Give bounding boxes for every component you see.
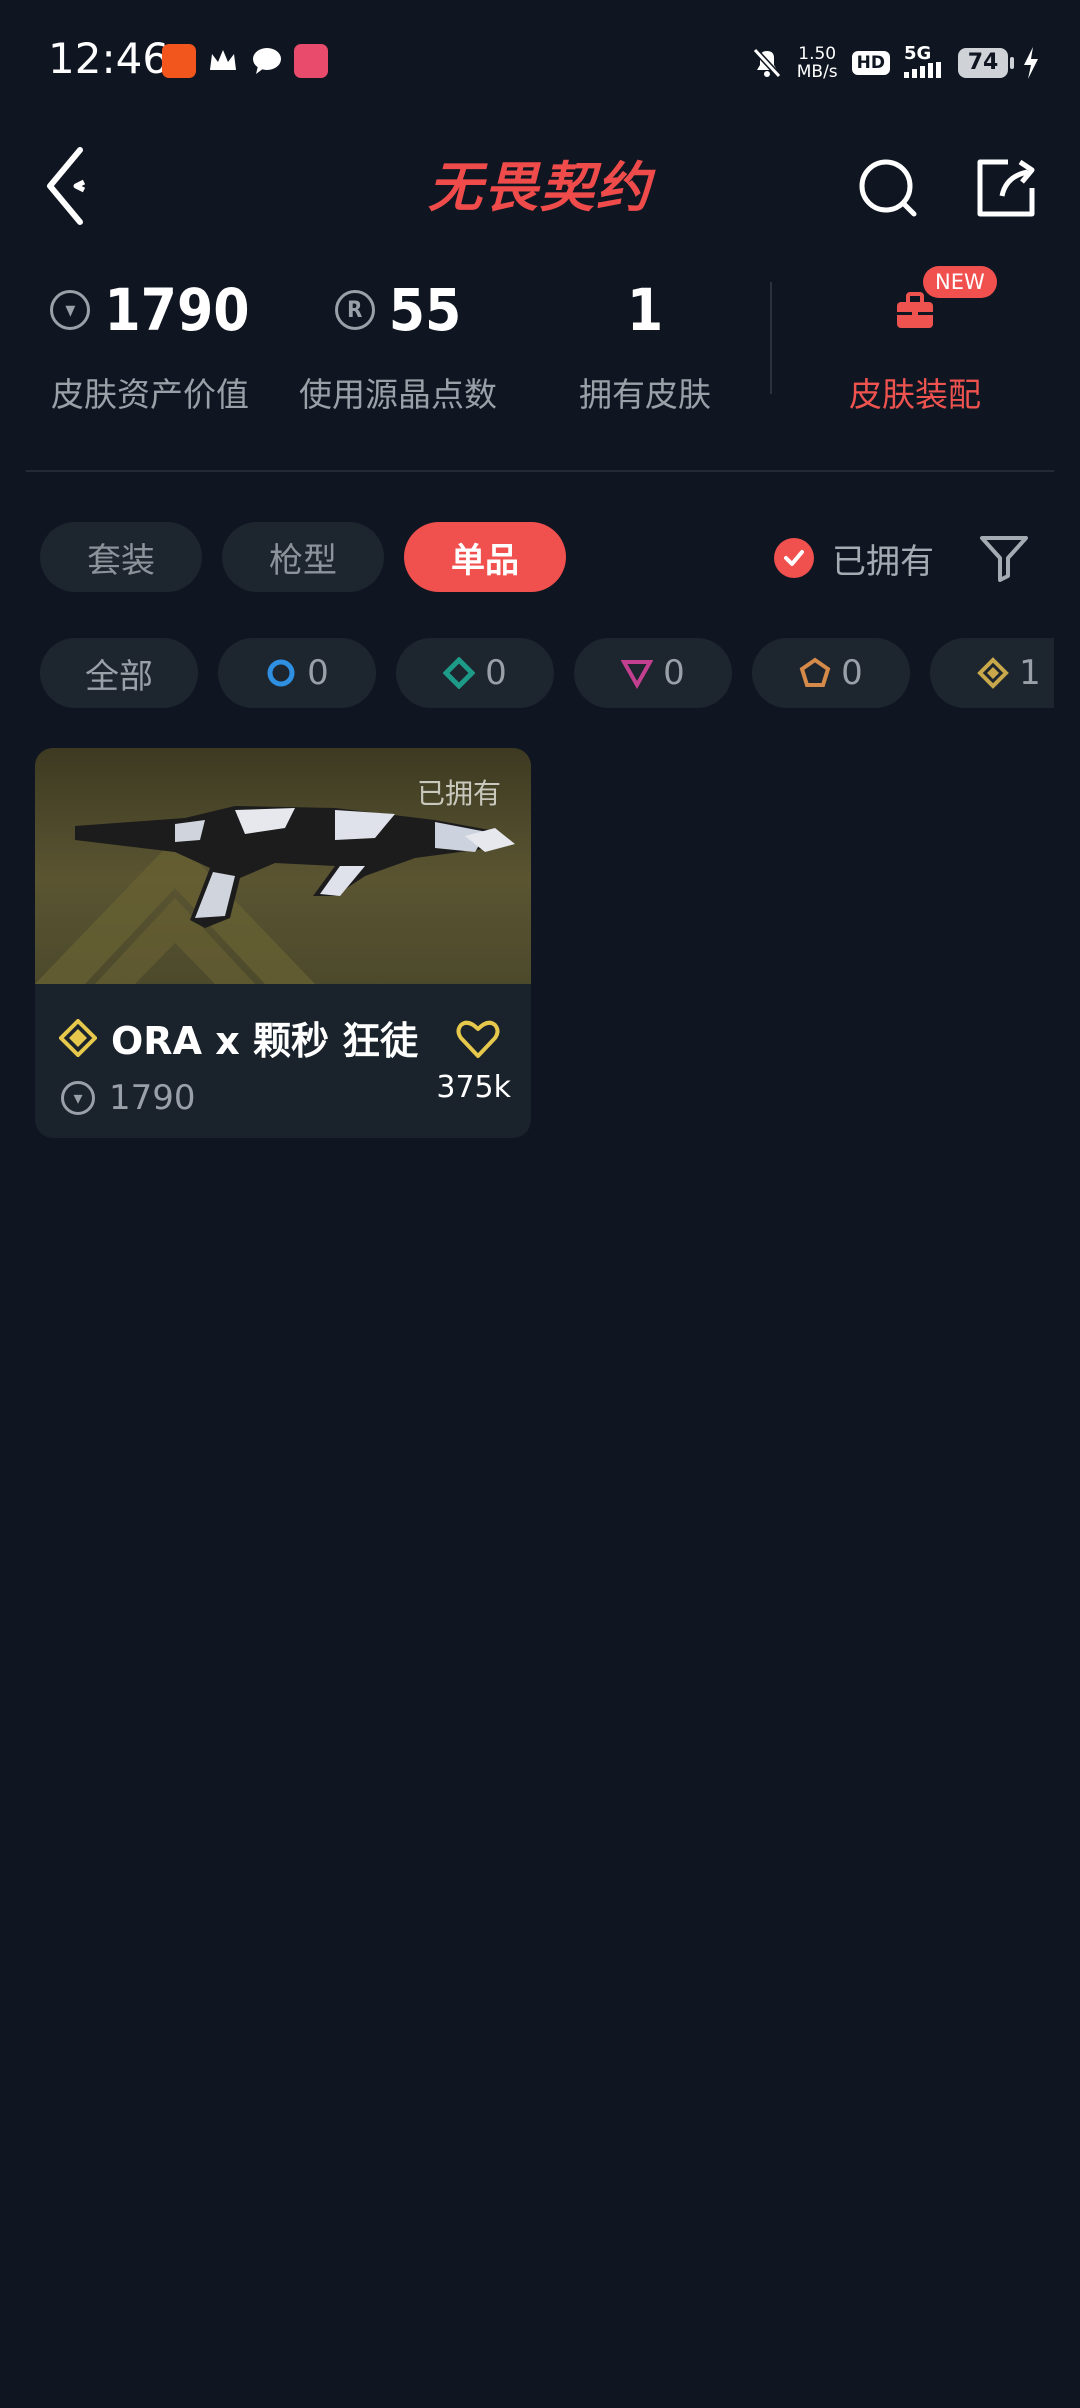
vp-coin-icon: ▾ xyxy=(50,290,91,330)
ultra-tier-icon xyxy=(59,1018,97,1057)
select-tier-icon xyxy=(267,659,295,687)
exclusive-tier-icon xyxy=(799,657,831,687)
message-app-icon xyxy=(250,44,284,78)
net-speed: 1.50 MB/s xyxy=(796,44,838,82)
vp-coin-icon: ▾ xyxy=(61,1081,95,1115)
new-badge: NEW xyxy=(923,266,997,298)
radianite-icon: R xyxy=(334,290,375,330)
stat-radianite: R 55 使用源晶点数 xyxy=(299,276,497,414)
kuaishou-app-icon xyxy=(162,44,196,78)
checkmark-icon xyxy=(774,538,814,578)
stat-skin-value: ▾ 1790 皮肤资产价值 xyxy=(50,276,250,414)
signal-icon: 5G xyxy=(904,44,944,81)
heart-icon xyxy=(456,1020,500,1058)
rarity-filter-bar: 全部 0 0 0 0 1 xyxy=(40,638,1054,708)
crown-app-icon xyxy=(206,44,240,78)
stats-divider xyxy=(770,282,772,394)
rarity-chip-exclusive[interactable]: 0 xyxy=(752,638,910,708)
owned-filter-toggle[interactable]: 已拥有 xyxy=(774,530,934,586)
owned-tag: 已拥有 xyxy=(416,777,501,810)
search-button[interactable] xyxy=(848,142,928,232)
skin-image: 已拥有 xyxy=(35,748,531,984)
search-icon xyxy=(859,159,917,217)
charging-icon xyxy=(1024,47,1038,79)
loadout-button[interactable]: NEW 皮肤装配 xyxy=(790,266,1040,416)
rarity-chip-select[interactable]: 0 xyxy=(218,638,376,708)
tab-single-item[interactable]: 单品 xyxy=(404,522,566,592)
stats-panel: ▾ 1790 皮肤资产价值 R 55 使用源晶点数 1 拥有皮肤 NEW 皮肤装… xyxy=(0,266,1080,450)
hd-badge: HD xyxy=(851,51,890,75)
tab-bundle[interactable]: 套装 xyxy=(40,522,202,592)
rarity-chip-all[interactable]: 全部 xyxy=(40,638,198,708)
rarity-chip-ultra[interactable]: 1 xyxy=(930,638,1054,708)
deluxe-tier-icon xyxy=(443,657,476,689)
filter-button[interactable] xyxy=(976,530,1032,586)
skin-title-row: ORA x 颗秒 狂徒 xyxy=(59,1010,418,1065)
stat-owned-skins: 1 拥有皮肤 xyxy=(579,276,711,414)
battery-icon: 74 xyxy=(958,48,1014,78)
rarity-chip-deluxe[interactable]: 0 xyxy=(396,638,554,708)
like-count: 375k xyxy=(436,1070,511,1105)
game-app-icon xyxy=(294,44,328,78)
rarity-chip-premium[interactable]: 0 xyxy=(574,638,732,708)
skin-card[interactable]: 已拥有 ORA x 颗秒 狂徒 ▾ 1790 375k xyxy=(35,748,531,1138)
skin-price: 1790 xyxy=(109,1078,196,1118)
premium-tier-icon xyxy=(621,660,654,689)
status-bar: 12:46 1.50 MB/s HD 5G 74 xyxy=(0,0,1080,128)
share-icon xyxy=(977,159,1035,217)
tab-weapon-type[interactable]: 枪型 xyxy=(222,522,384,592)
category-tabs: 套装 枪型 单品 xyxy=(40,522,566,592)
status-indicators: 1.50 MB/s HD 5G 74 xyxy=(751,38,1040,88)
status-time: 12:46 xyxy=(48,34,170,83)
favorite-button[interactable] xyxy=(455,1016,501,1062)
mute-bell-icon xyxy=(752,47,781,79)
filter-icon xyxy=(980,536,1028,582)
skin-price-row: ▾ 1790 xyxy=(61,1078,196,1118)
skin-name: ORA x 颗秒 狂徒 xyxy=(111,1019,419,1063)
share-button[interactable] xyxy=(968,142,1048,232)
section-divider xyxy=(26,470,1054,472)
ultra-tier-icon xyxy=(977,657,1010,689)
